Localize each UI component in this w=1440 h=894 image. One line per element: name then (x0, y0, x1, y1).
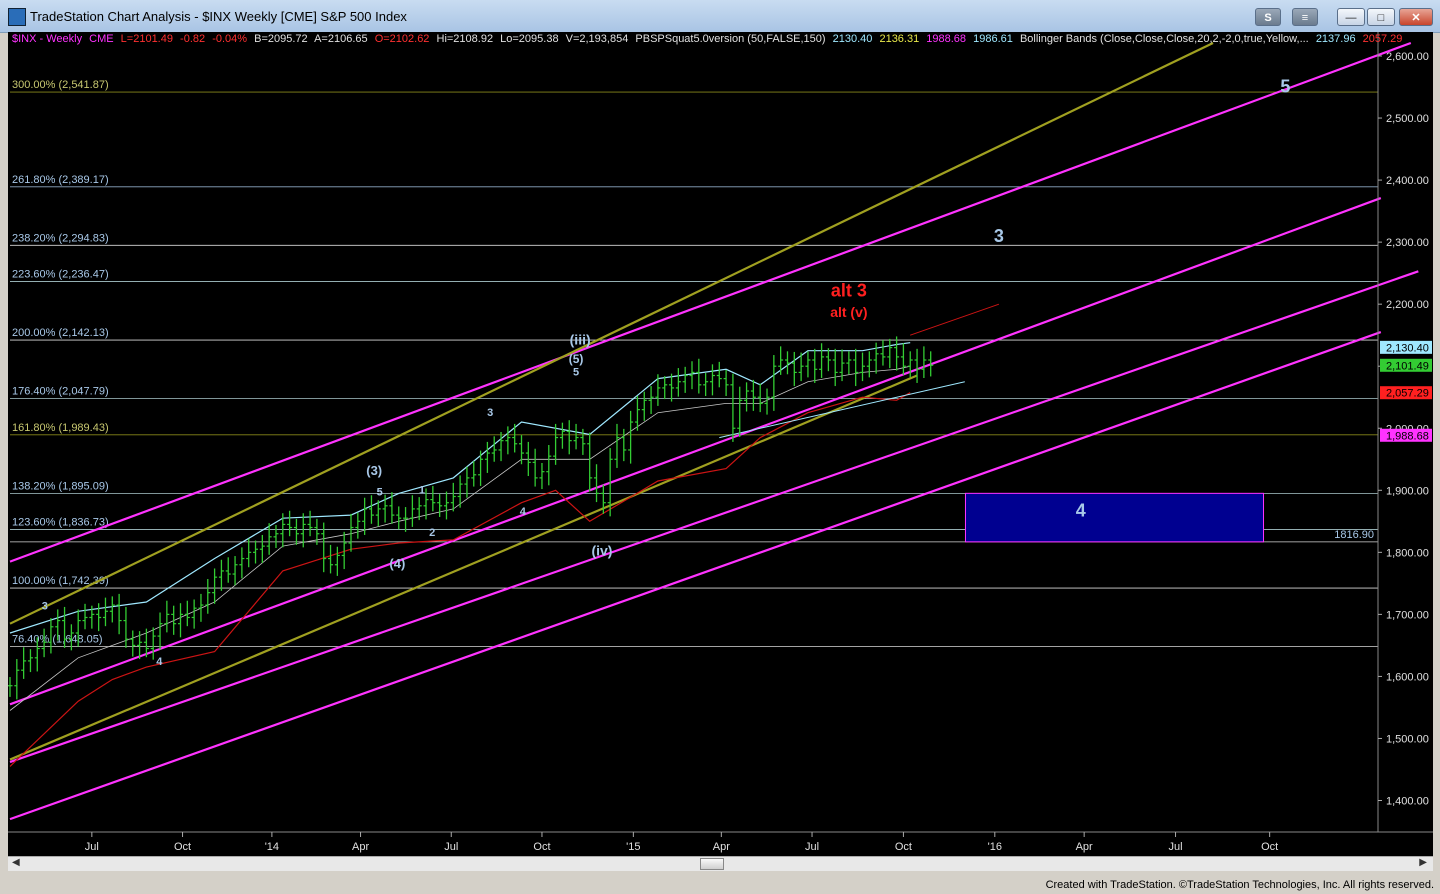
fib-label: 261.80% (2,389.17) (12, 174, 109, 186)
legend-indicator-1: PBSPSquat5.0version (50,FALSE,150) (635, 33, 826, 45)
price-badge-label: 2,130.40 (1386, 342, 1429, 354)
wave-label: 4 (1076, 500, 1086, 520)
close-button[interactable]: ✕ (1399, 8, 1433, 26)
price-tick-label: 2,200.00 (1386, 299, 1429, 311)
wave-label: alt (v) (830, 304, 867, 320)
window-title: TradeStation Chart Analysis - $INX Weekl… (30, 9, 407, 24)
wave-label: (4) (389, 556, 405, 571)
time-tick-label: '16 (988, 841, 1002, 853)
legend-open: O=2102.62 (374, 33, 430, 45)
legend-change-pct: -0.04% (212, 33, 248, 45)
fib-label: 238.20% (2,294.83) (12, 232, 109, 244)
wave-label: 5 (573, 367, 579, 379)
price-tick-label: 2,300.00 (1386, 237, 1429, 249)
price-tick-label: 1,400.00 (1386, 796, 1429, 808)
time-tick-label: Jul (444, 841, 458, 853)
legend-low: Lo=2095.38 (500, 33, 559, 45)
time-tick-label: Apr (352, 841, 369, 853)
price-chart[interactable]: 300.00% (2,541.87) 261.80% (2,389.17) 238.… (7, 32, 1433, 856)
legend-last: L=2101.49 (120, 33, 173, 45)
wave-label: (iv) (591, 542, 612, 558)
price-tick-label: 2,600.00 (1386, 51, 1429, 63)
time-tick-label: Oct (1261, 841, 1278, 853)
scroll-left-arrow-icon[interactable]: ◀ (12, 857, 20, 868)
wave-label: 3 (487, 407, 493, 419)
time-tick-label: Oct (533, 841, 550, 853)
target-box (964, 492, 1265, 543)
fib-label: 123.60% (1,836.73) (12, 517, 109, 529)
chart-background (8, 32, 1433, 856)
wave-4-target-box (964, 492, 1265, 543)
price-tick-label: 1,900.00 (1386, 485, 1429, 497)
price-tick-label: 1,800.00 (1386, 547, 1429, 559)
wave-label: 4 (520, 506, 527, 518)
legend-indicator-2: Bollinger Bands (Close,Close,Close,20,2,… (1019, 33, 1309, 45)
wave-label: (5) (569, 352, 584, 366)
legend-ind1-value-1: 2130.40 (832, 33, 873, 45)
fib-label: 176.40% (2,047.79) (12, 386, 109, 398)
wave-label: 1 (419, 484, 425, 496)
fib-label: 161.80% (1,989.43) (12, 422, 109, 434)
fib-label: 138.20% (1,895.09) (12, 480, 109, 492)
price-tick-label: 2,500.00 (1386, 113, 1429, 125)
wave-label: 5 (1280, 77, 1290, 97)
wave-label: 3 (42, 600, 48, 612)
chart-panel[interactable]: 300.00% (2,541.87) 261.80% (2,389.17) 238.… (7, 32, 1433, 856)
time-tick-label: Jul (1169, 841, 1183, 853)
fib-label: 200.00% (2,142.13) (12, 327, 109, 339)
wave-label: 5 (377, 486, 383, 498)
wave-label: 2 (429, 527, 435, 539)
legend-ind1-value-4: 1986.61 (973, 33, 1013, 45)
price-tick-label: 1,600.00 (1386, 671, 1429, 683)
legend-symbol: $INX - Weekly (12, 33, 83, 45)
wave-label: (3) (366, 463, 382, 478)
legend-bid: B=2095.72 (254, 33, 308, 45)
fib-label: 223.60% (2,236.47) (12, 269, 109, 281)
time-tick-label: Apr (1076, 841, 1093, 853)
copyright-text: Created with TradeStation. ©TradeStation… (1045, 879, 1434, 891)
window-titlebar: TradeStation Chart Analysis - $INX Weekl… (0, 0, 1440, 33)
legend-change: -0.82 (180, 33, 206, 45)
level-label: 1816.90 (1334, 529, 1374, 541)
time-tick-label: Oct (895, 841, 912, 853)
fib-label: 100.00% (1,742.39) (12, 575, 109, 587)
price-tick-label: 1,500.00 (1386, 733, 1429, 745)
legend-ind2-value-1: 2137.96 (1315, 33, 1356, 45)
legend-high: Hi=2108.92 (436, 33, 494, 45)
symbol-button[interactable]: S (1255, 8, 1281, 26)
wave-label: 4 (156, 656, 163, 668)
time-tick-label: '14 (265, 841, 279, 853)
time-tick-label: Apr (713, 841, 730, 853)
time-tick-label: Jul (85, 841, 99, 853)
time-tick-label: Oct (174, 841, 191, 853)
price-badge-label: 1,988.68 (1386, 430, 1429, 442)
minimize-button[interactable]: — (1337, 8, 1365, 26)
scroll-right-arrow-icon[interactable]: ▶ (1419, 857, 1427, 868)
legend-exchange: CME (89, 33, 114, 45)
legend-ind1-value-3: 1988.68 (926, 33, 967, 45)
legend-ind1-value-2: 2136.31 (879, 33, 920, 45)
wave-label: alt 3 (831, 281, 867, 301)
price-badge-label: 2,101.49 (1386, 360, 1429, 372)
scroll-thumb[interactable] (700, 858, 724, 870)
time-tick-label: '15 (626, 841, 640, 853)
tradestation-app-icon (8, 8, 26, 26)
wave-label: 3 (994, 226, 1004, 246)
status-footer: Created with TradeStation. ©TradeStation… (0, 874, 1440, 894)
legend-ind2-value-2: 2057.29 (1362, 33, 1403, 45)
time-scrollbar[interactable]: ◀ ▶ (8, 856, 1433, 871)
chart-legend: $INX - Weekly CME L=2101.49 -0.82 -0.04%… (12, 33, 1406, 45)
maximize-button[interactable]: □ (1367, 8, 1395, 26)
price-badge-label: 2,057.29 (1386, 388, 1429, 400)
price-tick-label: 2,400.00 (1386, 175, 1429, 187)
wave-label: (iii) (570, 331, 591, 347)
fib-label: 300.00% (2,541.87) (12, 79, 109, 91)
chart-menu-button[interactable]: ≡ (1292, 8, 1318, 26)
price-tick-label: 1,700.00 (1386, 609, 1429, 621)
legend-volume: V=2,193,854 (565, 33, 629, 45)
time-tick-label: Jul (805, 841, 819, 853)
legend-ask: A=2106.65 (314, 33, 368, 45)
